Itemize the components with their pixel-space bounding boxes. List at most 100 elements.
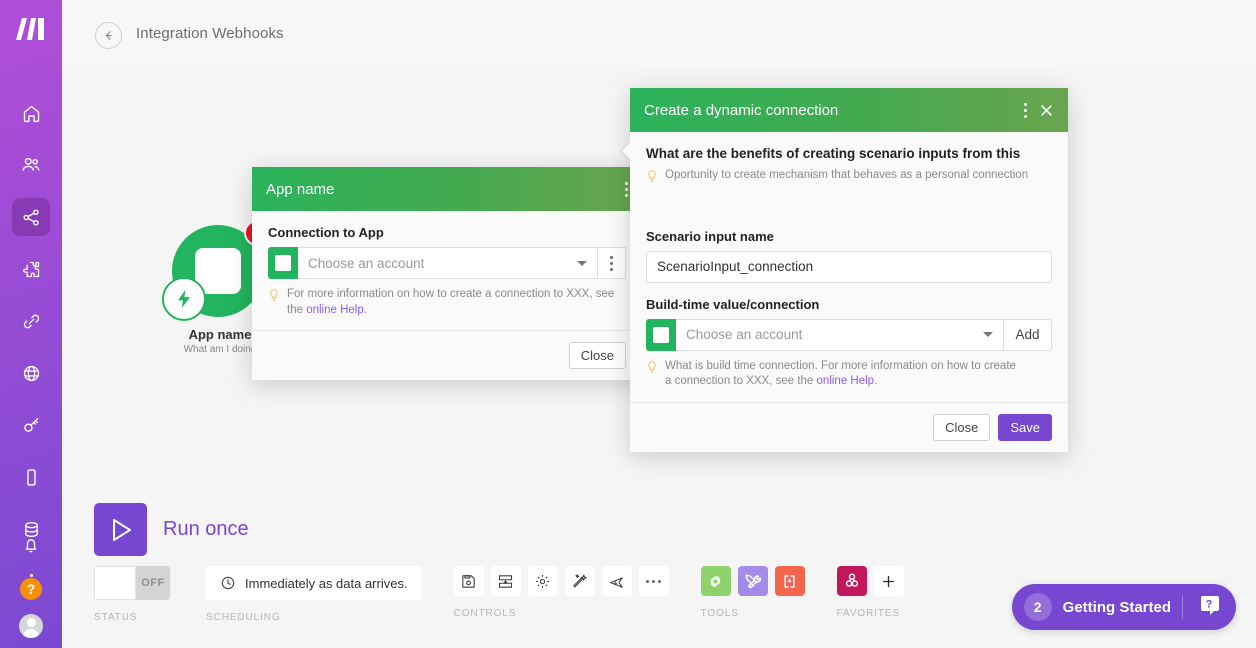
favorites-group: FAVORITES bbox=[837, 566, 904, 619]
sidebar-item-keys[interactable] bbox=[12, 406, 50, 444]
add-favorite-button[interactable] bbox=[874, 566, 904, 596]
connection-hint: For more information on how to create a … bbox=[268, 287, 626, 318]
app-dialog-title: App name bbox=[266, 181, 613, 198]
play-icon bbox=[108, 516, 134, 544]
kebab-icon bbox=[610, 256, 613, 271]
sidebar-item-home[interactable] bbox=[12, 94, 50, 132]
app-name-dialog: App name Connection to App Choose an acc… bbox=[252, 167, 642, 380]
benefits-hint-text: Oportunity to create mechanism that beha… bbox=[665, 168, 1028, 189]
lightning-bolt-icon bbox=[162, 277, 206, 321]
connection-hint-suffix: . bbox=[364, 304, 367, 316]
make-logo[interactable] bbox=[12, 14, 50, 44]
plus-icon bbox=[880, 573, 897, 590]
more-controls-button[interactable] bbox=[639, 566, 669, 596]
controls-group: CONTROLS bbox=[454, 566, 669, 619]
sidebar-bottom: ? bbox=[0, 526, 62, 638]
sidebar-item-connections[interactable] bbox=[12, 302, 50, 340]
dynamic-dialog-save-button[interactable]: Save bbox=[998, 414, 1052, 441]
scenario-input-field[interactable] bbox=[646, 251, 1052, 283]
help-chat-icon: ? bbox=[1194, 591, 1226, 623]
auto-align-button[interactable] bbox=[565, 566, 595, 596]
close-icon bbox=[1039, 103, 1054, 118]
sidebar-item-scenarios[interactable] bbox=[12, 198, 50, 236]
tools-icon bbox=[743, 572, 762, 591]
scenario-settings-button[interactable] bbox=[528, 566, 558, 596]
favorites-caption: FAVORITES bbox=[837, 608, 904, 619]
tools-json-button[interactable] bbox=[775, 566, 805, 596]
scheduling-group: Immediately as data arrives. SCHEDULING bbox=[206, 566, 422, 623]
lightbulb-icon bbox=[268, 288, 280, 318]
save-scenario-button[interactable] bbox=[454, 566, 484, 596]
scenario-input-label: Scenario input name bbox=[646, 229, 1052, 244]
gear-icon bbox=[534, 573, 551, 590]
build-time-row: Choose an account Add bbox=[646, 319, 1052, 351]
run-once-label: Run once bbox=[163, 518, 249, 541]
kebab-icon bbox=[1024, 103, 1027, 118]
ellipsis-icon bbox=[646, 580, 661, 583]
chevron-down-icon bbox=[983, 332, 993, 337]
svg-text:?: ? bbox=[1206, 599, 1213, 611]
getting-started-button[interactable]: 2 Getting Started ? bbox=[1012, 584, 1236, 630]
gear-icon bbox=[706, 572, 725, 591]
tools-wrench-button[interactable] bbox=[738, 566, 768, 596]
favorite-webhook-button[interactable] bbox=[837, 566, 867, 596]
scheduling-caption: SCHEDULING bbox=[206, 612, 422, 623]
dynamic-dialog-kebab-button[interactable] bbox=[1024, 103, 1027, 118]
build-time-placeholder: Choose an account bbox=[686, 327, 802, 342]
status-toggle[interactable]: OFF bbox=[94, 566, 170, 600]
sidebar-item-teams[interactable] bbox=[12, 146, 50, 184]
sidebar-item-webhooks[interactable] bbox=[12, 354, 50, 392]
build-time-hint: What is build time connection. For more … bbox=[646, 359, 1052, 390]
floppy-disk-icon bbox=[460, 573, 477, 590]
sidebar-item-templates[interactable] bbox=[12, 250, 50, 288]
import-icon bbox=[497, 573, 514, 590]
app-dialog-kebab-button[interactable] bbox=[625, 182, 628, 197]
benefits-hint: Oportunity to create mechanism that beha… bbox=[646, 168, 1052, 189]
scheduling-button[interactable]: Immediately as data arrives. bbox=[206, 566, 422, 600]
sidebar-nav bbox=[0, 94, 62, 600]
app-dialog-close-button[interactable]: Close bbox=[569, 342, 626, 369]
online-help-link[interactable]: online Help bbox=[306, 304, 364, 316]
bottom-toolbar: Run once OFF STATUS bbox=[62, 488, 1256, 648]
connection-account-select[interactable]: Choose an account bbox=[298, 247, 598, 279]
connection-account-placeholder: Choose an account bbox=[308, 256, 424, 271]
getting-started-label: Getting Started bbox=[1063, 599, 1171, 616]
connection-row: Choose an account bbox=[268, 247, 626, 279]
scheduling-value: Immediately as data arrives. bbox=[245, 576, 408, 591]
dynamic-dialog-close-button[interactable] bbox=[1039, 103, 1054, 118]
status-group: OFF STATUS bbox=[94, 566, 170, 623]
online-help-link[interactable]: online Help bbox=[817, 375, 875, 387]
tools-caption: TOOLS bbox=[701, 608, 805, 619]
create-dynamic-connection-dialog: Create a dynamic connection What are the… bbox=[630, 88, 1068, 452]
dynamic-dialog-header: Create a dynamic connection bbox=[630, 88, 1068, 132]
run-once-button[interactable] bbox=[94, 503, 147, 556]
dynamic-dialog-footer: Close Save bbox=[630, 402, 1068, 452]
getting-started-count: 2 bbox=[1024, 593, 1052, 621]
avatar[interactable] bbox=[19, 614, 43, 638]
back-button[interactable] bbox=[95, 22, 122, 49]
build-time-hint-suffix: . bbox=[874, 375, 877, 387]
sidebar-item-notifications[interactable] bbox=[12, 526, 50, 564]
dynamic-dialog-close-button[interactable]: Close bbox=[933, 414, 990, 441]
chevron-down-icon bbox=[577, 261, 587, 266]
add-connection-button[interactable]: Add bbox=[1004, 319, 1052, 351]
tools-group: TOOLS bbox=[701, 566, 805, 619]
dynamic-dialog-title: Create a dynamic connection bbox=[644, 102, 1012, 119]
dialog-pointer bbox=[622, 142, 631, 160]
build-time-app-swatch bbox=[646, 319, 676, 351]
sidebar-item-help[interactable]: ? bbox=[20, 578, 42, 600]
app-dialog-header: App name bbox=[252, 167, 642, 211]
controls-caption: CONTROLS bbox=[454, 608, 669, 619]
app-root: ? Integration Webhooks bbox=[0, 0, 1256, 648]
import-blueprint-button[interactable] bbox=[491, 566, 521, 596]
tools-gear-button[interactable] bbox=[701, 566, 731, 596]
sidebar-item-devices[interactable] bbox=[12, 458, 50, 496]
lightbulb-icon bbox=[646, 169, 658, 189]
build-time-label: Build-time value/connection bbox=[646, 297, 1052, 312]
build-time-account-select[interactable]: Choose an account bbox=[676, 319, 1004, 351]
explore-notes-button[interactable] bbox=[602, 566, 632, 596]
connection-kebab-button[interactable] bbox=[598, 247, 626, 279]
airplane-icon bbox=[608, 573, 625, 590]
node-circle[interactable]: 1 bbox=[172, 225, 264, 317]
connection-app-swatch bbox=[268, 247, 298, 279]
